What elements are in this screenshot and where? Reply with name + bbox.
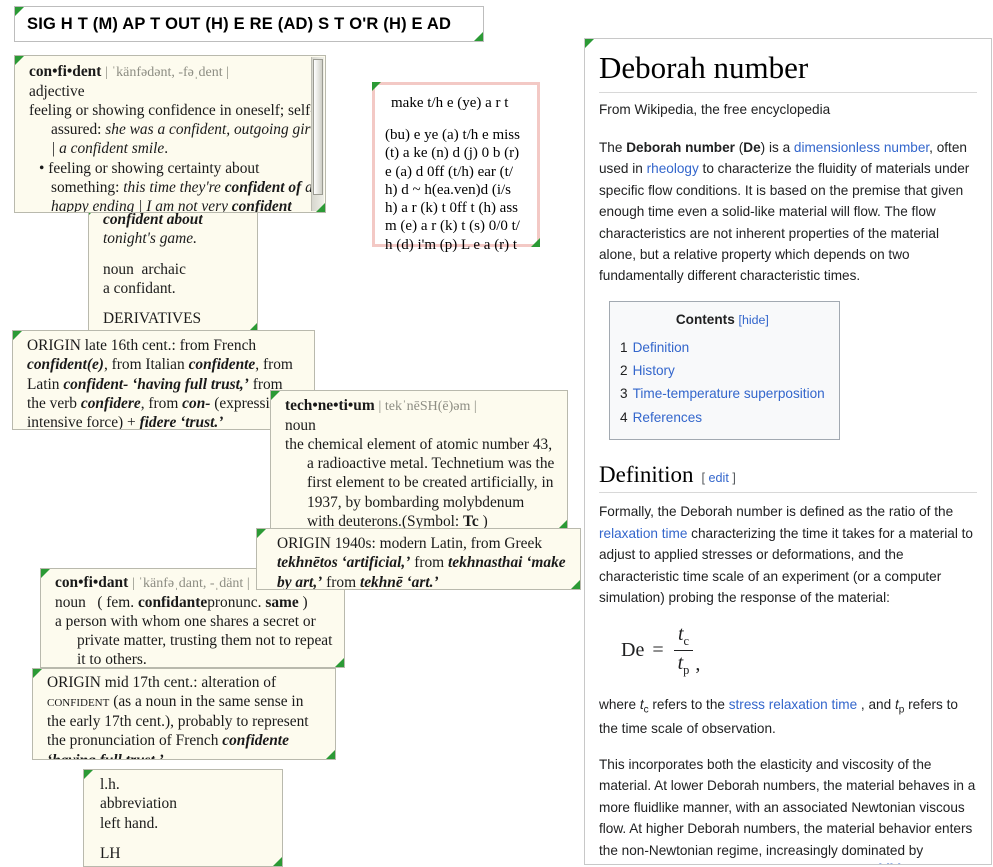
formula-denominator: tp: [673, 649, 694, 678]
link-dimensionless-number[interactable]: dimensionless number: [794, 140, 929, 155]
definition-paragraph-3: This incorporates both the elasticity an…: [599, 754, 977, 864]
link-relaxation-time[interactable]: relaxation time: [599, 526, 687, 541]
part-of-speech: noun: [285, 416, 316, 434]
page-title: SIG H T (M) AP T OUT (H) E RE (AD) S T O…: [27, 15, 452, 33]
formula-equals: =: [652, 638, 664, 661]
scrollbar-thumb[interactable]: [313, 59, 323, 195]
variable-tp: tp: [894, 696, 905, 716]
pronunciation: | tekˈnēSH(ē)əm |: [378, 399, 477, 414]
part-of-speech-line: noun ( fem. confidantepronunc. same ): [55, 593, 308, 611]
pronunciation: | ˈkänfədənt, -fəˌdent |: [105, 65, 229, 80]
dictionary-panel-technetium-origin[interactable]: ORIGIN 1940s: modern Latin, from Greek t…: [256, 528, 581, 590]
deborah-number-formula: De = tc tp ,: [621, 623, 977, 678]
origin-text: ORIGIN 1940s: modern Latin, from Greek t…: [277, 535, 566, 590]
headword: con•fi•dant: [55, 574, 129, 591]
dictionary-panel-technetium[interactable]: tech•ne•ti•um | tekˈnēSH(ē)əm | noun the…: [270, 390, 568, 530]
table-of-contents[interactable]: Contents [hide] 1 Definition 2 History 3 Ti…: [609, 300, 840, 441]
verse-line: (t) a ke (n) d (j) 0 b (r): [385, 145, 520, 162]
definition-paragraph-1: Formally, the Deborah number is defined …: [599, 504, 973, 606]
verse-line: h) a r (k) t 0ff t (h) ass: [385, 200, 519, 217]
article-tagline: From Wikipedia, the free encyclopedia: [599, 102, 831, 118]
toc-item-references[interactable]: 4 References: [620, 407, 825, 428]
formula-numerator: tc: [677, 622, 690, 648]
verse-text-box[interactable]: make t/h e (ye) a r t (bu) e ye (a) t/h …: [372, 82, 540, 253]
formula-lhs: De: [621, 638, 645, 661]
dictionary-panel-confidant-origin[interactable]: ORIGIN mid 17th cent.: alteration of con…: [32, 668, 336, 760]
reference-2[interactable]: [2]: [890, 863, 901, 864]
pronunciation: | ˈkänfəˌdant, -ˌdänt |: [132, 576, 250, 591]
toc-link-history[interactable]: History: [633, 363, 675, 378]
edit-section-link[interactable]: edit: [709, 471, 729, 485]
panel-vertical-scrollbar[interactable]: [311, 57, 324, 211]
variable-tc: tc: [639, 696, 649, 716]
verse-line: m (e) a r (k) t (s) 0/0 t/: [385, 218, 520, 235]
edit-section-link-wrap: [ edit ]: [701, 471, 736, 486]
resize-handle-topleft-icon[interactable]: [15, 7, 24, 16]
sense-2-continuation: confident about tonight's game.: [103, 211, 203, 248]
sense-2: • feeling or showing certainty about som…: [39, 159, 313, 213]
resize-handle-bottomright-icon[interactable]: [474, 32, 483, 41]
entry-headword-line: con•fi•dent | ˈkänfədənt, -fəˌdent |: [29, 62, 319, 82]
toc-hide-link[interactable]: [hide]: [739, 313, 769, 327]
section-heading-definition: Definition[ edit ]: [599, 462, 977, 494]
verse-line: (bu) e ye (a) t/h e miss: [385, 127, 520, 143]
verse-line: e (a) d 0ff (t/h) ear (t/: [385, 163, 513, 180]
verse-line: h) d ~ h(ea.ven)d (i/s: [385, 181, 511, 198]
article-lead-paragraph: The Deborah number (De) is a dimensionle…: [599, 139, 970, 284]
article-title: Deborah number: [599, 49, 977, 94]
headword-2: LH: [100, 844, 121, 862]
noun-gloss: a confidant.: [103, 279, 176, 297]
definition: a person with whom one shares a secret o…: [55, 612, 333, 668]
toc-link-time-temperature-superposition[interactable]: Time-temperature superposition: [633, 386, 825, 401]
toc-link-references[interactable]: References: [633, 410, 703, 425]
dictionary-panel-lh[interactable]: l.h. abbreviation left hand. LH: [83, 769, 283, 867]
toc-title: Contents: [675, 311, 735, 327]
definition: the chemical element of atomic number 43…: [285, 435, 555, 530]
sense-1: feeling or showing confidence in oneself…: [29, 101, 316, 158]
dictionary-panel-confident-adjective[interactable]: con•fi•dent | ˈkänfədənt, -fəˌdent | adj…: [14, 55, 326, 213]
wikipedia-article-pane[interactable]: Deborah number From Wikipedia, the free …: [584, 38, 992, 865]
headword: con•fi•dent: [29, 63, 102, 80]
part-of-speech-line: noun archaic: [103, 260, 186, 278]
verse-line: h (d) i'm (p) L e a (r) t: [385, 236, 518, 253]
toc-item-time-temperature-superposition[interactable]: 3 Time-temperature superposition: [620, 383, 825, 404]
origin-text: ORIGIN mid 17th cent.: alteration of con…: [47, 674, 309, 760]
dictionary-panel-confident-noun[interactable]: confident about tonight's game. noun arc…: [88, 205, 258, 333]
entry-headword-line: tech•ne•ti•um | tekˈnēSH(ē)əm |: [285, 396, 555, 416]
part-of-speech: adjective: [29, 82, 85, 100]
part-of-speech: abbreviation: [100, 795, 177, 813]
toc-item-history[interactable]: 2 History: [620, 360, 825, 381]
formula-fraction: tc tp: [673, 622, 694, 678]
formula-comma: ,: [695, 652, 701, 675]
verse-title: make t/h e (ye) a r t: [391, 95, 509, 111]
headword: tech•ne•ti•um: [285, 397, 375, 414]
derivatives-heading: DERIVATIVES: [103, 310, 202, 327]
link-rheology[interactable]: rheology: [647, 161, 699, 176]
toc-item-definition[interactable]: 1 Definition: [620, 337, 825, 358]
link-stress-relaxation-time[interactable]: stress relaxation time: [729, 697, 857, 712]
toc-link-definition[interactable]: Definition: [633, 340, 690, 355]
gloss: left hand.: [100, 814, 159, 832]
definition-paragraph-2: where tc refers to the stress relaxation…: [599, 696, 958, 737]
headword: l.h.: [100, 776, 120, 793]
origin-text: ORIGIN late 16th cent.: from French conf…: [27, 337, 293, 430]
reference-1[interactable]: [1]: [879, 863, 890, 864]
toc-title-row: Contents [hide]: [620, 309, 825, 331]
sight-map-title-window[interactable]: SIG H T (M) AP T OUT (H) E RE (AD) S T O…: [14, 6, 484, 42]
screen: SIG H T (M) AP T OUT (H) E RE (AD) S T O…: [0, 0, 993, 867]
verse-body: (bu) e ye (a) t/h e miss (t) a ke (n) d …: [385, 126, 527, 254]
